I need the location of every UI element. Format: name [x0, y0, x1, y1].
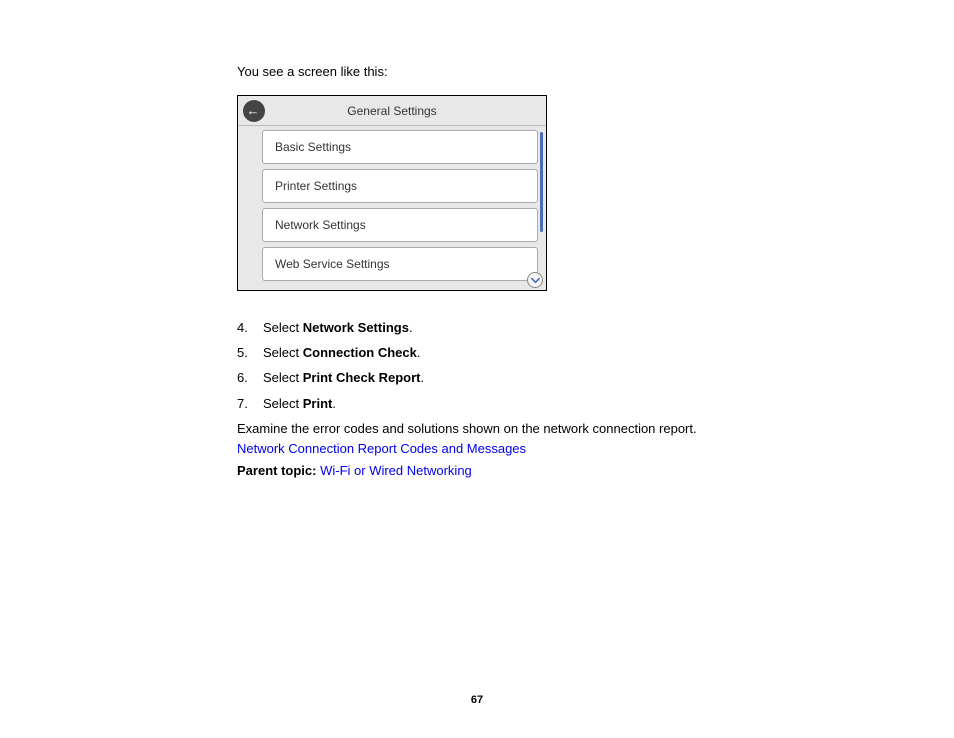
- step-5: Select Connection Check.: [237, 344, 787, 362]
- step-prefix: Select: [263, 370, 303, 385]
- intro-text: You see a screen like this:: [237, 64, 787, 79]
- menu-item-printer-settings[interactable]: Printer Settings: [262, 169, 538, 203]
- step-suffix: .: [417, 345, 421, 360]
- panel-title: General Settings: [265, 104, 546, 118]
- chevron-down-icon: [531, 276, 540, 285]
- menu-item-network-settings[interactable]: Network Settings: [262, 208, 538, 242]
- steps-list: Select Network Settings. Select Connecti…: [237, 319, 787, 413]
- scroll-down-button[interactable]: [527, 272, 543, 288]
- panel-body: Basic Settings Printer Settings Network …: [238, 126, 546, 290]
- step-bold: Connection Check: [303, 345, 417, 360]
- step-bold: Print Check Report: [303, 370, 421, 385]
- examine-text: Examine the error codes and solutions sh…: [237, 420, 787, 438]
- step-4: Select Network Settings.: [237, 319, 787, 337]
- step-prefix: Select: [263, 345, 303, 360]
- link-parent-topic[interactable]: Wi-Fi or Wired Networking: [320, 463, 472, 478]
- scrollbar-track[interactable]: [540, 132, 543, 232]
- step-7: Select Print.: [237, 395, 787, 413]
- step-prefix: Select: [263, 396, 303, 411]
- parent-topic-label: Parent topic:: [237, 463, 316, 478]
- arrow-left-icon: ←: [247, 104, 260, 117]
- page-number: 67: [0, 694, 954, 706]
- step-prefix: Select: [263, 320, 303, 335]
- menu-item-basic-settings[interactable]: Basic Settings: [262, 130, 538, 164]
- step-suffix: .: [409, 320, 413, 335]
- step-bold: Network Settings: [303, 320, 409, 335]
- step-suffix: .: [332, 396, 336, 411]
- step-6: Select Print Check Report.: [237, 369, 787, 387]
- panel-header: ← General Settings: [238, 96, 546, 126]
- link-report-codes[interactable]: Network Connection Report Codes and Mess…: [237, 441, 526, 456]
- step-bold: Print: [303, 396, 333, 411]
- settings-panel: ← General Settings Basic Settings Printe…: [237, 95, 547, 291]
- step-suffix: .: [421, 370, 425, 385]
- parent-topic: Parent topic: Wi-Fi or Wired Networking: [237, 463, 787, 478]
- menu-item-web-service-settings[interactable]: Web Service Settings: [262, 247, 538, 281]
- back-button[interactable]: ←: [243, 100, 265, 122]
